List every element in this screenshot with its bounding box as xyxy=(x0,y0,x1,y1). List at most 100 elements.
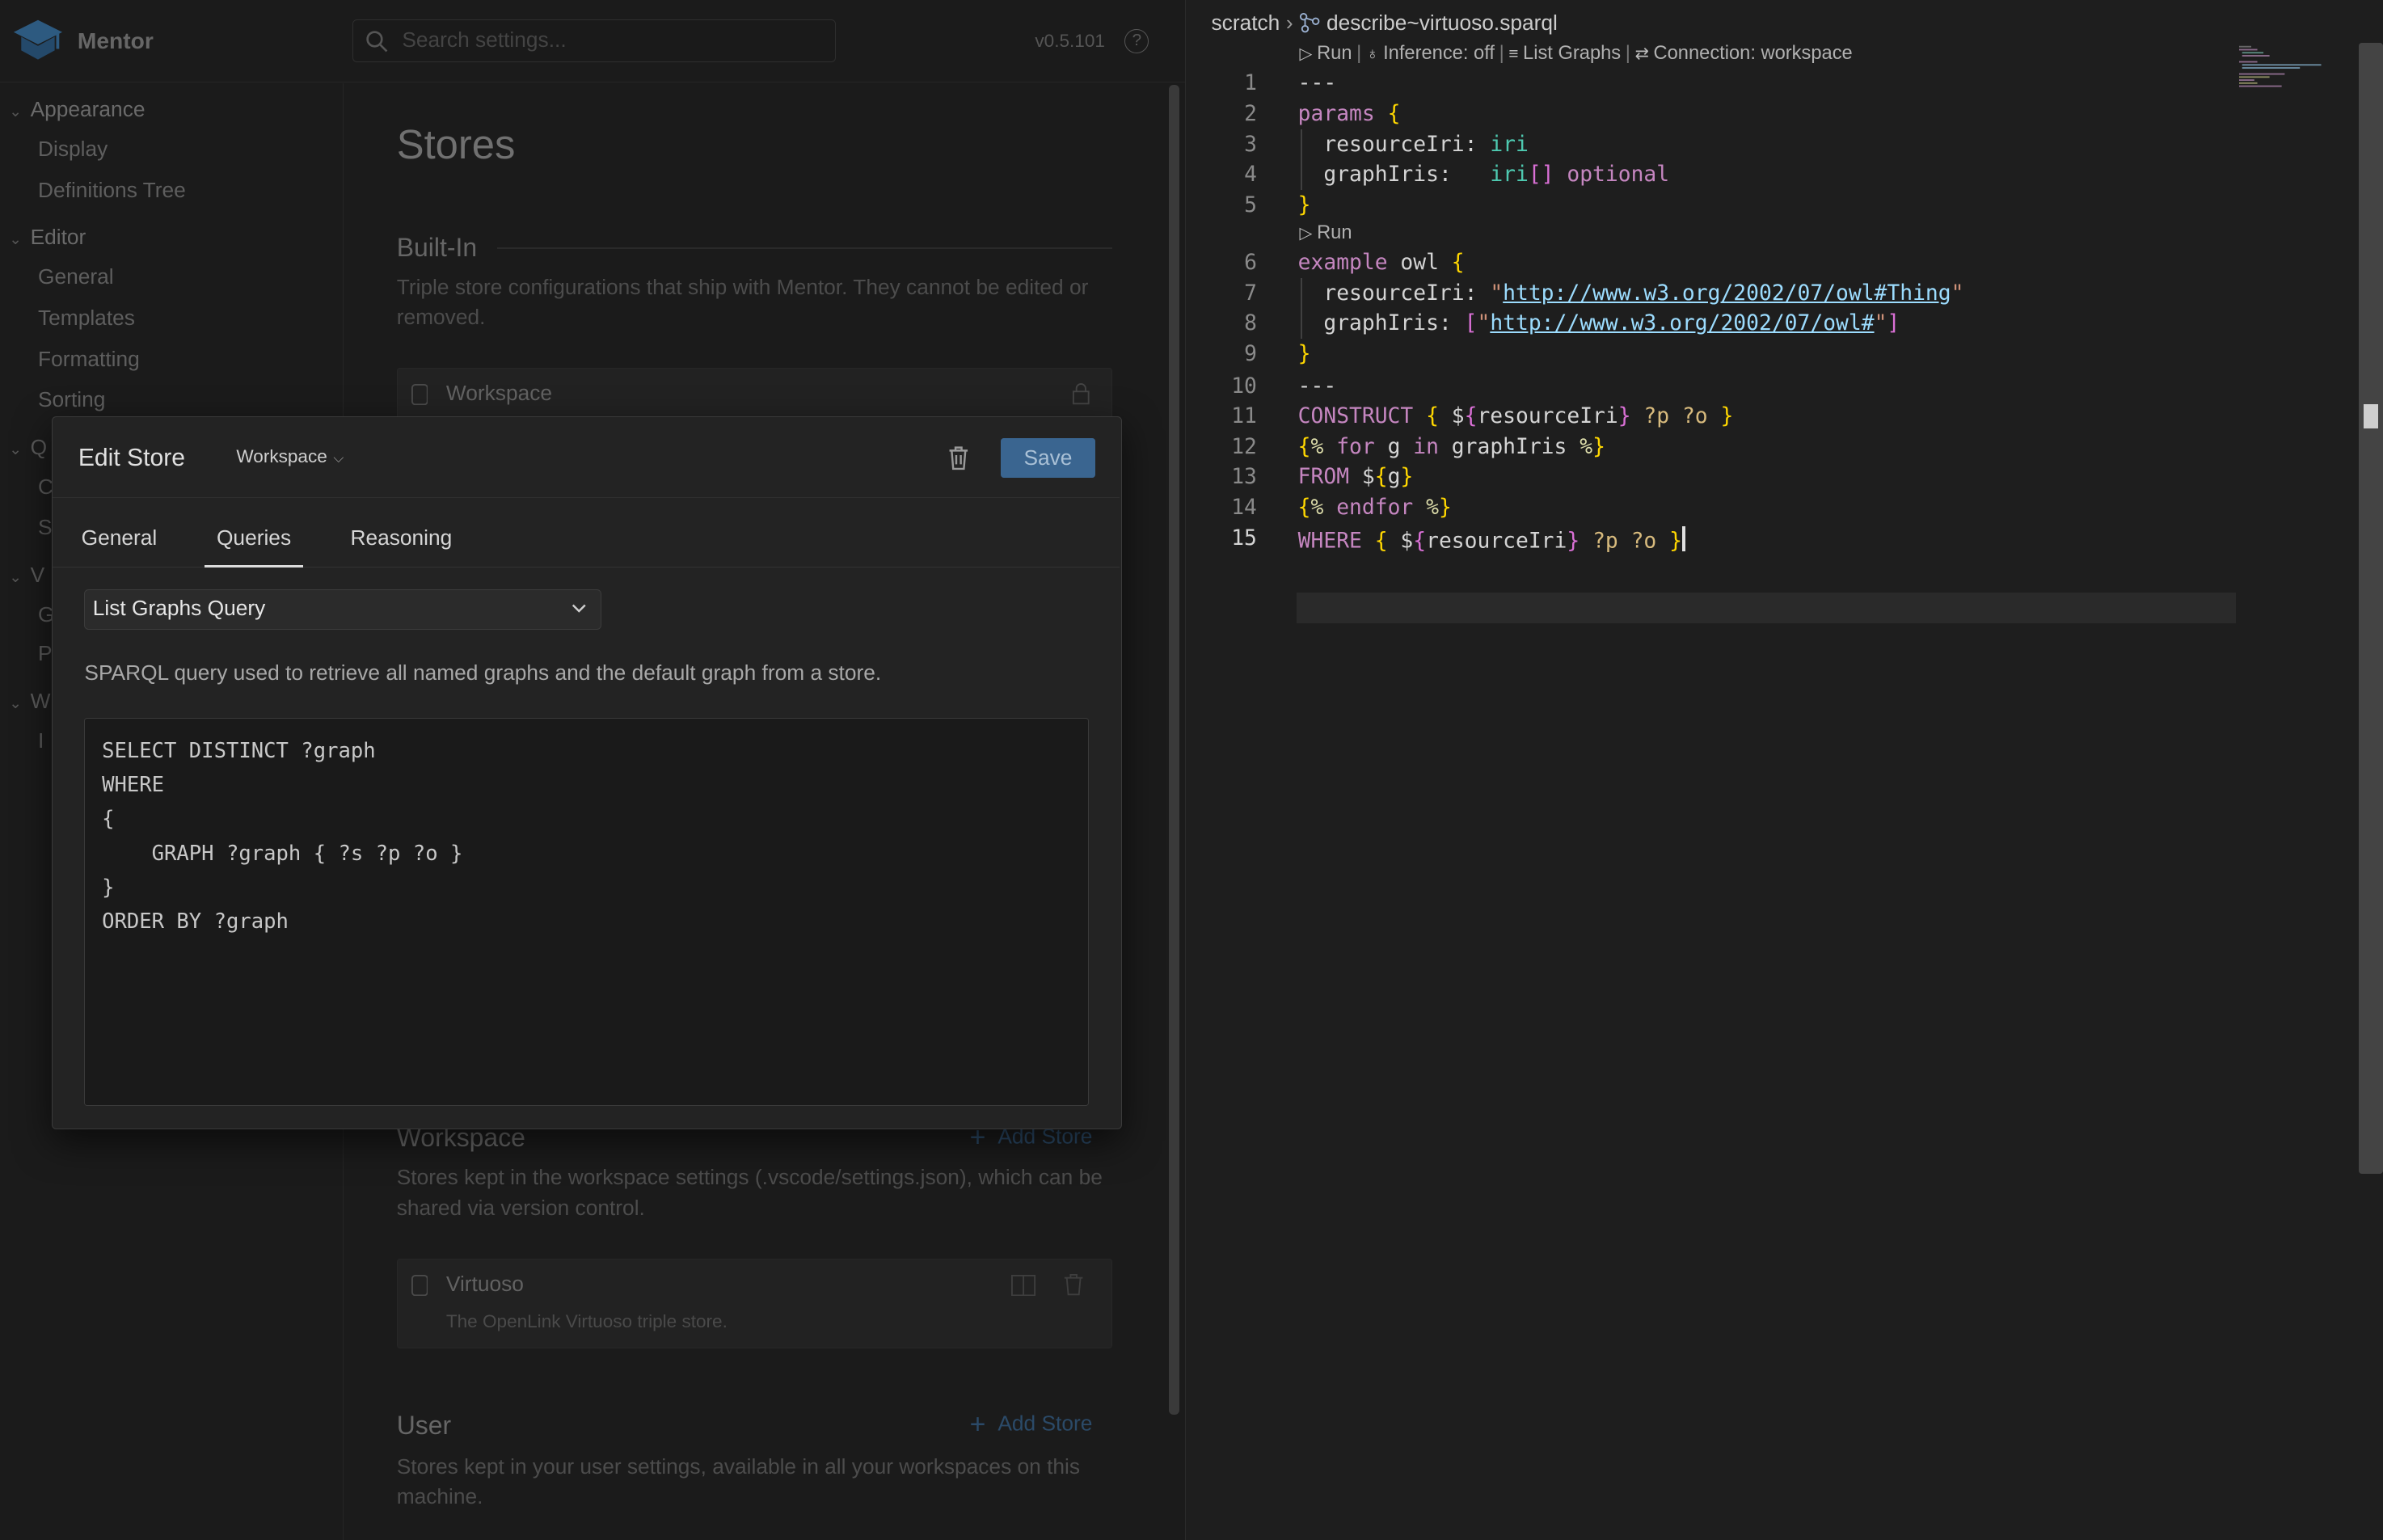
tab-reasoning[interactable]: Reasoning xyxy=(350,525,452,568)
tab-queries[interactable]: Queries xyxy=(204,525,304,568)
code-line: graphIris: iri[] optional xyxy=(1323,162,1670,188)
line-number: 10 xyxy=(1231,373,1257,399)
nav-item-display[interactable]: Display xyxy=(38,137,108,162)
link[interactable]: http://www.w3.org/2002/07/owl#Thing xyxy=(1503,281,1951,306)
codelens-bar: ▷ Run | ♁ Inference: off | ≡ List Graphs | ⇄ Conne… xyxy=(1299,42,1853,64)
query-type-select[interactable]: List Graphs Query xyxy=(84,589,601,631)
dialog-tabs: General Queries Reasoning xyxy=(52,500,1120,568)
help-icon[interactable]: ? xyxy=(1124,28,1149,53)
user-section-title: User xyxy=(396,1410,452,1440)
code-line: WHERE { ${resourceIri} ?p ?o } xyxy=(1298,525,1685,553)
line-number: 13 xyxy=(1231,465,1257,490)
plus-icon: + xyxy=(969,1408,986,1440)
store-name: Virtuoso xyxy=(445,1271,524,1296)
line-number: 8 xyxy=(1244,311,1257,336)
builtin-store-card[interactable]: Workspace xyxy=(396,368,1113,420)
scope-dropdown[interactable]: Workspace ⌵ xyxy=(236,446,344,467)
line-number: 9 xyxy=(1244,342,1257,367)
code-line: params { xyxy=(1297,101,1401,126)
breadcrumb: scratch › describe~virtuoso.sparql xyxy=(1212,11,1558,36)
nav-group-fragment[interactable]: ⌄ W xyxy=(9,689,50,714)
nav-item-general[interactable]: General xyxy=(38,264,114,289)
connection-codelens[interactable]: ⇄ Connection: workspace xyxy=(1635,43,1853,64)
settings-topbar: Mentor v0.5.101 ? xyxy=(0,0,1185,82)
code-editor-pane: scratch › describe~virtuoso.sparql ▷ Run | ♁ I… xyxy=(1187,0,2383,1540)
code-line: CONSTRUCT { ${resourceIri} ?p ?o } xyxy=(1297,404,1734,429)
nav-item-sorting[interactable]: Sorting xyxy=(38,387,105,412)
scope-value: Workspace xyxy=(236,445,327,466)
nav-group-appearance[interactable]: ⌄ Appearance xyxy=(9,97,145,122)
query-description: SPARQL query used to retrieve all named … xyxy=(84,660,882,685)
link[interactable]: http://www.w3.org/2002/07/owl# xyxy=(1490,311,1874,335)
store-desc: The OpenLink Virtuoso triple store. xyxy=(445,1310,728,1331)
dialog-header: Edit Store Workspace ⌵ Save xyxy=(52,417,1120,498)
breadcrumb-folder[interactable]: scratch xyxy=(1212,11,1280,35)
code-line: FROM ${g} xyxy=(1297,465,1414,490)
code-line: example owl { xyxy=(1297,251,1465,276)
dialog-title: Edit Store xyxy=(78,445,185,471)
nav-item-templates[interactable]: Templates xyxy=(38,306,135,331)
breadcrumb-file[interactable]: describe~virtuoso.sparql xyxy=(1326,11,1558,35)
editor-scrollbar[interactable] xyxy=(2359,42,2383,1174)
nav-group-editor[interactable]: ⌄ Editor xyxy=(9,225,86,250)
nav-item-formatting[interactable]: Formatting xyxy=(38,347,140,372)
line-number: 14 xyxy=(1231,495,1257,520)
builtin-section-title: Built-In xyxy=(396,232,478,262)
text-cursor xyxy=(1681,525,1685,552)
line-number: 12 xyxy=(1231,434,1257,459)
code-line: } xyxy=(1297,192,1311,217)
nav-group-label: Editor xyxy=(30,225,86,250)
save-button[interactable]: Save xyxy=(1001,438,1095,479)
lock-icon xyxy=(1073,382,1090,405)
query-editor[interactable]: SELECT DISTINCT ?graph WHERE { GRAPH ?gr… xyxy=(84,718,1090,1106)
minimap[interactable] xyxy=(2238,43,2330,91)
search-icon xyxy=(366,31,388,53)
run-codelens[interactable]: ▷ Run xyxy=(1300,222,1352,244)
nav-item-definitions-tree[interactable]: Definitions Tree xyxy=(38,178,186,203)
add-store-button[interactable]: + Add Store xyxy=(970,1409,1093,1441)
database-icon xyxy=(411,1274,428,1296)
line-number: 15 xyxy=(1231,525,1257,551)
code-line: } xyxy=(1297,342,1311,367)
list-graphs-codelens[interactable]: ≡ List Graphs xyxy=(1508,43,1621,64)
chevron-down-icon: ⌄ xyxy=(9,103,23,120)
sparql-file-icon xyxy=(1300,12,1320,32)
tab-general[interactable]: General xyxy=(82,525,158,568)
workspace-store-card[interactable]: Virtuoso The OpenLink Virtuoso triple st… xyxy=(396,1258,1113,1348)
code-line: {% for g in graphIris %} xyxy=(1297,434,1605,459)
nav-item-fragment[interactable]: P xyxy=(38,641,53,666)
nav-group-fragment[interactable]: ⌄ Q xyxy=(9,435,47,460)
search-input[interactable] xyxy=(399,25,825,56)
workspace-section-desc: Stores kept in the workspace settings (.… xyxy=(396,1165,1103,1220)
builtin-section-desc: Triple store configurations that ship wi… xyxy=(396,274,1089,330)
mentor-logo-icon xyxy=(13,19,63,60)
version-label: v0.5.101 xyxy=(1035,30,1105,51)
line-number: 4 xyxy=(1244,162,1257,188)
code-line: resourceIri: iri xyxy=(1323,132,1529,157)
inference-codelens[interactable]: ♁ Inference: off xyxy=(1366,43,1495,64)
chevron-down-icon: ⌄ xyxy=(9,230,23,248)
run-codelens[interactable]: ▷ Run xyxy=(1300,43,1352,64)
line-number: 1 xyxy=(1244,71,1257,96)
page-title: Stores xyxy=(396,120,516,167)
code-line: graphIris: ["http://www.w3.org/2002/07/o… xyxy=(1323,311,1900,336)
switch-icon: ⇄ xyxy=(1634,44,1649,63)
delete-store-trash-icon[interactable] xyxy=(943,443,974,474)
edit-icon[interactable] xyxy=(1011,1274,1036,1296)
trash-icon[interactable] xyxy=(1063,1273,1084,1296)
nav-group-fragment[interactable]: ⌄ V xyxy=(9,563,44,588)
current-line-highlight xyxy=(1296,593,2236,623)
database-icon xyxy=(411,383,428,406)
play-icon: ▷ xyxy=(1299,44,1313,63)
settings-scrollbar[interactable] xyxy=(1168,85,1180,1416)
nav-item-fragment[interactable]: S xyxy=(38,515,53,540)
line-number: 3 xyxy=(1244,132,1257,157)
query-text[interactable]: SELECT DISTINCT ?graph WHERE { GRAPH ?gr… xyxy=(102,734,462,939)
list-icon: ≡ xyxy=(1508,44,1519,63)
code-line: --- xyxy=(1297,373,1337,399)
play-icon: ▷ xyxy=(1299,223,1313,243)
line-number: 7 xyxy=(1244,281,1257,306)
nav-item-fragment[interactable]: I xyxy=(38,728,44,753)
search-box[interactable] xyxy=(352,19,837,63)
code-line: resourceIri: "http://www.w3.org/2002/07/… xyxy=(1323,281,1964,306)
